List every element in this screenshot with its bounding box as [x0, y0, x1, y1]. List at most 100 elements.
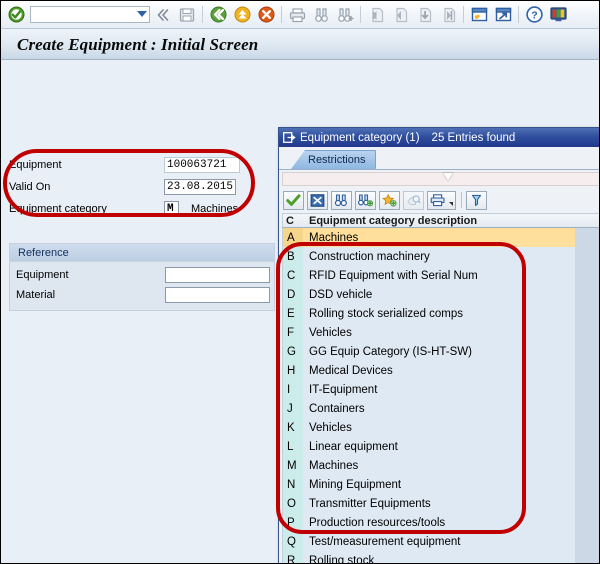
- list-item-description: Production resources/tools: [303, 513, 600, 532]
- field-row-equipment: Equipment 100063721: [9, 156, 275, 173]
- list-item-description: GG Equip Category (IS-HT-SW): [303, 342, 600, 361]
- list-item[interactable]: PProduction resources/tools: [283, 513, 600, 532]
- delete-personal-button[interactable]: [403, 191, 424, 210]
- find-next-icon[interactable]: [334, 4, 356, 26]
- print-dropdown-caret-icon[interactable]: [449, 202, 453, 206]
- history-back-icon[interactable]: [152, 4, 174, 26]
- list-item[interactable]: GGG Equip Category (IS-HT-SW): [283, 342, 600, 361]
- dialog-toolbar: [279, 189, 600, 211]
- collapse-caret-icon[interactable]: [443, 173, 453, 181]
- list-item[interactable]: BConstruction machinery: [283, 247, 600, 266]
- list-item[interactable]: NMining Equipment: [283, 475, 600, 494]
- label-valid-on: Valid On: [9, 181, 164, 193]
- list-item-description: Rolling stock serialized comps: [303, 304, 600, 323]
- cancel-x-button[interactable]: [307, 191, 328, 210]
- find-next-button[interactable]: [355, 191, 376, 210]
- list-item-description: RFID Equipment with Serial Num: [303, 266, 600, 285]
- list-item[interactable]: RRolling stock: [283, 551, 600, 564]
- column-header-key[interactable]: C: [283, 215, 303, 227]
- reference-group: Reference Equipment Material: [9, 243, 275, 311]
- screen-title-bar: Create Equipment : Initial Screen: [1, 30, 599, 60]
- list-item[interactable]: FVehicles: [283, 323, 600, 342]
- customize-layout-icon[interactable]: [547, 4, 569, 26]
- list-item[interactable]: DDSD vehicle: [283, 285, 600, 304]
- list-column-header: C Equipment category description: [282, 213, 600, 228]
- previous-page-icon[interactable]: [389, 4, 411, 26]
- list-item[interactable]: IIT-Equipment: [283, 380, 600, 399]
- list-item-key: A: [283, 228, 303, 247]
- list-item-key: C: [283, 266, 303, 285]
- list-item-key: P: [283, 513, 303, 532]
- list-item-description: Mining Equipment: [303, 475, 600, 494]
- list-item[interactable]: CRFID Equipment with Serial Num: [283, 266, 600, 285]
- field-row-reference-material: Material: [16, 286, 270, 303]
- list-item-description: Rolling stock: [303, 551, 600, 564]
- create-session-icon[interactable]: [468, 4, 490, 26]
- cancel-red-icon[interactable]: [255, 4, 277, 26]
- list-item[interactable]: MMachines: [283, 456, 600, 475]
- value-list[interactable]: AMachinesBConstruction machineryCRFID Eq…: [282, 228, 600, 564]
- toolbar-separator: [281, 6, 282, 23]
- label-equipment: Equipment: [9, 159, 164, 171]
- dialog-title-bar: Equipment category (1) 25 Entries found: [279, 128, 600, 147]
- first-page-icon[interactable]: [365, 4, 387, 26]
- column-header-description[interactable]: Equipment category description: [303, 215, 477, 227]
- dialog-icon: [283, 132, 296, 143]
- toolbar-separator: [202, 6, 203, 23]
- list-item-key: O: [283, 494, 303, 513]
- value-help-dialog: Equipment category (1) 25 Entries found …: [278, 127, 600, 564]
- toolbar-separator: [463, 6, 464, 23]
- list-item-description: Construction machinery: [303, 247, 600, 266]
- input-reference-material[interactable]: [165, 287, 270, 303]
- insert-favorite-button[interactable]: [379, 191, 400, 210]
- list-item[interactable]: KVehicles: [283, 418, 600, 437]
- next-page-icon[interactable]: [413, 4, 435, 26]
- list-item[interactable]: JContainers: [283, 399, 600, 418]
- input-equipment-category[interactable]: M: [164, 201, 179, 217]
- save-icon[interactable]: [176, 4, 198, 26]
- print-button[interactable]: [427, 191, 456, 210]
- command-input[interactable]: [31, 7, 149, 22]
- command-field[interactable]: [30, 6, 150, 23]
- page-title: Create Equipment : Initial Screen: [1, 35, 258, 55]
- list-item-description: Vehicles: [303, 418, 600, 437]
- field-row-valid-on: Valid On 23.08.2015: [9, 178, 275, 195]
- input-equipment[interactable]: 100063721: [164, 157, 240, 173]
- dialog-entries-count: 25 Entries found: [432, 132, 516, 144]
- field-row-reference-equipment: Equipment: [16, 266, 270, 283]
- last-page-icon[interactable]: [437, 4, 459, 26]
- reference-group-title: Reference: [10, 244, 274, 262]
- list-item[interactable]: ERolling stock serialized comps: [283, 304, 600, 323]
- list-right-gutter: [575, 228, 600, 564]
- tab-restrictions[interactable]: Restrictions: [291, 150, 376, 169]
- restrictions-collapsed-bar[interactable]: [282, 172, 600, 186]
- copy-check-button[interactable]: [283, 191, 304, 210]
- create-shortcut-icon[interactable]: [492, 4, 514, 26]
- list-item-key: E: [283, 304, 303, 323]
- label-reference-material: Material: [16, 289, 165, 301]
- list-item-description: Linear equipment: [303, 437, 600, 456]
- list-item-key: B: [283, 247, 303, 266]
- back-green-icon[interactable]: [207, 4, 229, 26]
- svg-text:?: ?: [531, 9, 537, 21]
- input-valid-on[interactable]: 23.08.2015: [164, 179, 236, 195]
- list-item[interactable]: QTest/measurement equipment: [283, 532, 600, 551]
- list-item-key: K: [283, 418, 303, 437]
- list-item[interactable]: AMachines: [283, 228, 600, 247]
- find-icon[interactable]: [310, 4, 332, 26]
- filter-button[interactable]: [466, 191, 487, 210]
- list-item-key: N: [283, 475, 303, 494]
- help-icon[interactable]: ?: [523, 4, 545, 26]
- find-button[interactable]: [331, 191, 352, 210]
- field-row-equipment-category: Equipment category M Machines: [9, 200, 275, 217]
- list-item-key: L: [283, 437, 303, 456]
- list-item[interactable]: HMedical Devices: [283, 361, 600, 380]
- list-item[interactable]: LLinear equipment: [283, 437, 600, 456]
- list-item[interactable]: OTransmitter Equipments: [283, 494, 600, 513]
- list-item-description: Transmitter Equipments: [303, 494, 600, 513]
- input-reference-equipment[interactable]: [165, 267, 270, 283]
- enter-check-icon[interactable]: [5, 4, 27, 26]
- print-icon[interactable]: [286, 4, 308, 26]
- chevron-down-icon[interactable]: [137, 11, 147, 17]
- exit-yellow-icon[interactable]: [231, 4, 253, 26]
